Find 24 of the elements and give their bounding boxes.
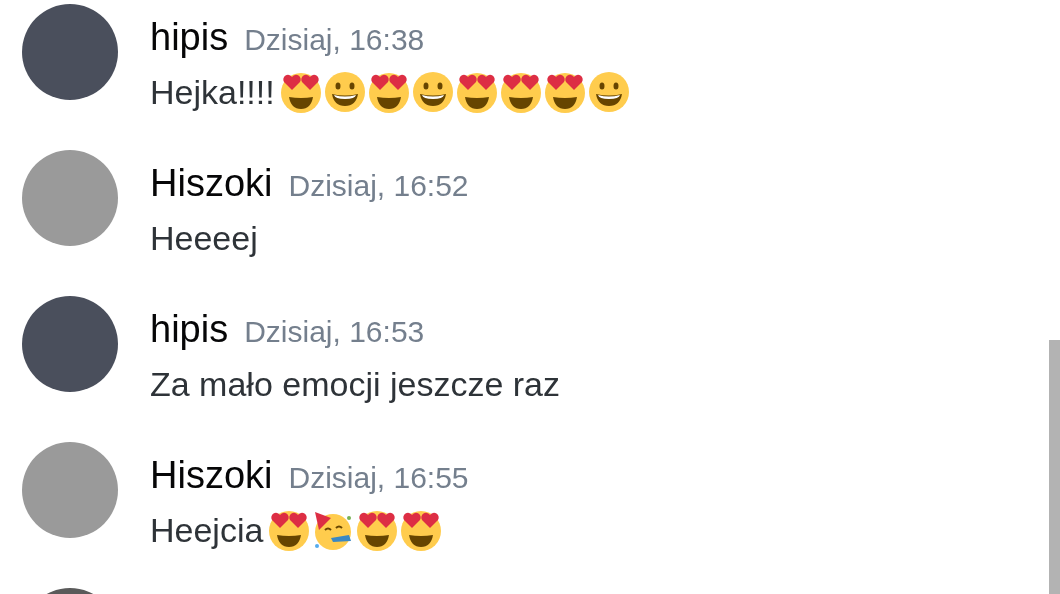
message-text: Za mało emocji jeszcze raz xyxy=(150,364,560,405)
heart-eyes-emoji-icon xyxy=(542,70,587,114)
grinning-emoji-icon xyxy=(410,70,455,114)
username[interactable]: Hiszoki xyxy=(150,160,273,206)
username[interactable]: hipis xyxy=(150,14,229,60)
timestamp: Dzisiaj, 16:53 xyxy=(244,314,425,350)
heart-eyes-emoji-icon xyxy=(454,70,499,114)
heart-eyes-emoji-icon xyxy=(355,508,400,552)
heart-eyes-emoji-icon xyxy=(366,70,411,114)
grinning-emoji-icon xyxy=(322,70,367,114)
timestamp: Dzisiaj, 16:55 xyxy=(288,460,469,496)
timestamp: Dzisiaj, 16:52 xyxy=(288,168,469,204)
heart-eyes-emoji-icon xyxy=(278,70,323,114)
grinning-emoji-icon xyxy=(586,70,631,114)
heart-eyes-emoji-icon xyxy=(498,70,543,114)
heart-eyes-emoji-icon xyxy=(267,508,312,552)
timestamp: Dzisiaj, 16:38 xyxy=(244,22,425,58)
username[interactable]: Hiszoki xyxy=(150,452,273,498)
username[interactable]: hipis xyxy=(150,306,229,352)
heart-eyes-emoji-icon xyxy=(399,508,444,552)
scrollbar[interactable] xyxy=(1049,340,1060,594)
message-text: Heeeej xyxy=(150,218,258,259)
message-text: Heejcia xyxy=(150,510,264,551)
message-text: Hejka!!!! xyxy=(150,72,275,113)
